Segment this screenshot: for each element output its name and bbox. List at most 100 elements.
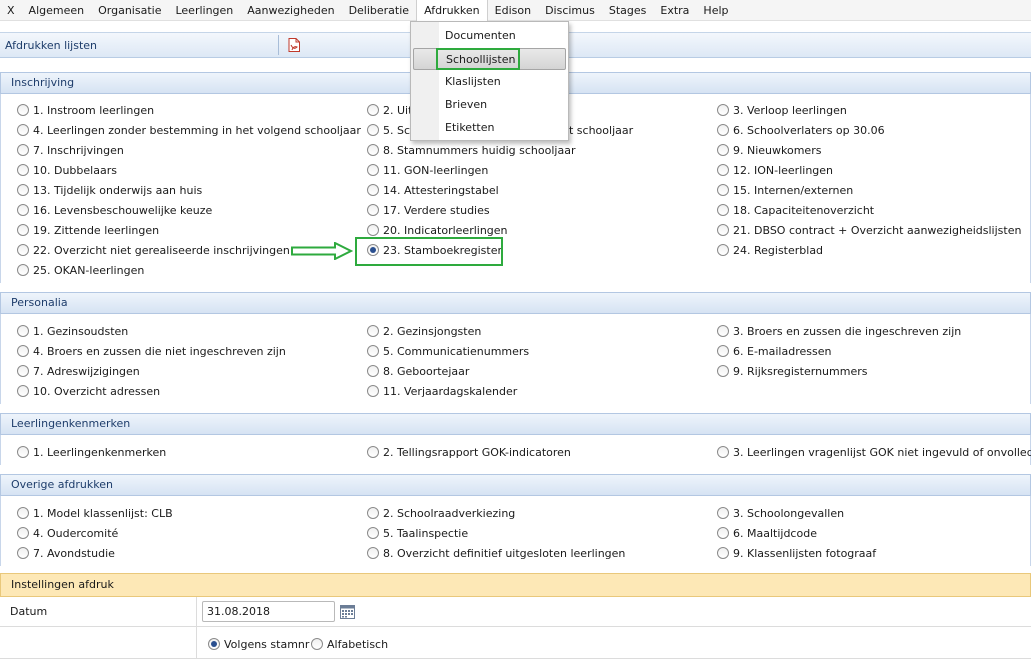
radio-personalia-1[interactable]: 1. Gezinsoudsten: [17, 323, 128, 339]
radio-inschrijving-14[interactable]: 14. Attesteringstabel: [367, 182, 499, 198]
menu-help[interactable]: Help: [696, 0, 735, 21]
radio-inschrijving-19[interactable]: 19. Zittende leerlingen: [17, 222, 159, 238]
radio-button[interactable]: [717, 144, 729, 156]
pdf-icon[interactable]: [288, 38, 300, 52]
radio-button[interactable]: [717, 184, 729, 196]
radio-inschrijving-1[interactable]: 1. Instroom leerlingen: [17, 102, 154, 118]
radio-overige-2[interactable]: 2. Schoolraadverkiezing: [367, 505, 515, 521]
radio-kenmerken-3[interactable]: 3. Leerlingen vragenlijst GOK niet ingev…: [717, 444, 1031, 460]
radio-kenmerken-1[interactable]: 1. Leerlingenkenmerken: [17, 444, 166, 460]
radio-overige-6[interactable]: 6. Maaltijdcode: [717, 525, 817, 541]
radio-button[interactable]: [717, 446, 729, 458]
menu-aanwezigheden[interactable]: Aanwezigheden: [240, 0, 341, 21]
radio-button[interactable]: [717, 164, 729, 176]
radio-button[interactable]: [367, 325, 379, 337]
radio-button[interactable]: [17, 184, 29, 196]
radio-button[interactable]: [717, 365, 729, 377]
radio-inschrijving-11[interactable]: 11. GON-leerlingen: [367, 162, 488, 178]
radio-overige-8[interactable]: 8. Overzicht definitief uitgesloten leer…: [367, 545, 625, 561]
radio-overige-9[interactable]: 9. Klassenlijsten fotograaf: [717, 545, 876, 561]
menu-organisatie[interactable]: Organisatie: [91, 0, 168, 21]
radio-button[interactable]: [367, 446, 379, 458]
radio-button[interactable]: [367, 104, 379, 116]
dropdown-item-documenten[interactable]: Documenten: [413, 25, 566, 47]
dropdown-item-brieven[interactable]: Brieven: [413, 94, 566, 116]
radio-button[interactable]: [17, 547, 29, 559]
radio-button[interactable]: [367, 527, 379, 539]
menu-stages[interactable]: Stages: [602, 0, 654, 21]
radio-inschrijving-21[interactable]: 21. DBSO contract + Overzicht aanwezighe…: [717, 222, 1021, 238]
radio-overige-3[interactable]: 3. Schoolongevallen: [717, 505, 844, 521]
radio-overige-7[interactable]: 7. Avondstudie: [17, 545, 115, 561]
menu-close[interactable]: X: [0, 0, 22, 21]
radio-button[interactable]: [17, 527, 29, 539]
radio-personalia-9[interactable]: 9. Rijksregisternummers: [717, 363, 867, 379]
radio-button[interactable]: [17, 104, 29, 116]
dropdown-item-klaslijsten[interactable]: Klaslijsten: [413, 71, 566, 93]
radio-inschrijving-25[interactable]: 25. OKAN-leerlingen: [17, 262, 144, 278]
radio-button[interactable]: [17, 244, 29, 256]
menu-leerlingen[interactable]: Leerlingen: [168, 0, 240, 21]
radio-inschrijving-18[interactable]: 18. Capaciteitenoverzicht: [717, 202, 874, 218]
radio-button[interactable]: [17, 507, 29, 519]
radio-button[interactable]: [717, 547, 729, 559]
radio-kenmerken-2[interactable]: 2. Tellingsrapport GOK-indicatoren: [367, 444, 571, 460]
radio-button[interactable]: [17, 385, 29, 397]
radio-button[interactable]: [367, 345, 379, 357]
radio-button[interactable]: [311, 638, 323, 650]
radio-button[interactable]: [367, 144, 379, 156]
radio-inschrijving-3[interactable]: 3. Verloop leerlingen: [717, 102, 847, 118]
radio-button[interactable]: [17, 144, 29, 156]
radio-inschrijving-10[interactable]: 10. Dubbelaars: [17, 162, 117, 178]
radio-inschrijving-9[interactable]: 9. Nieuwkomers: [717, 142, 821, 158]
radio-button[interactable]: [367, 224, 379, 236]
radio-button[interactable]: [17, 365, 29, 377]
radio-inschrijving-20[interactable]: 20. Indicatorleerlingen: [367, 222, 508, 238]
radio-button[interactable]: [717, 325, 729, 337]
radio-button[interactable]: [17, 124, 29, 136]
radio-button[interactable]: [367, 164, 379, 176]
radio-button[interactable]: [17, 264, 29, 276]
radio-inschrijving-6[interactable]: 6. Schoolverlaters op 30.06: [717, 122, 885, 138]
radio-inschrijving-8[interactable]: 8. Stamnummers huidig schooljaar: [367, 142, 575, 158]
radio-inschrijving-12[interactable]: 12. ION-leerlingen: [717, 162, 833, 178]
radio-inschrijving-15[interactable]: 15. Internen/externen: [717, 182, 853, 198]
radio-overige-5[interactable]: 5. Taalinspectie: [367, 525, 468, 541]
radio-personalia-7[interactable]: 7. Adreswijzigingen: [17, 363, 140, 379]
radio-personalia-6[interactable]: 6. E-mailadressen: [717, 343, 831, 359]
radio-personalia-5[interactable]: 5. Communicatienummers: [367, 343, 529, 359]
menu-extra[interactable]: Extra: [653, 0, 696, 21]
radio-personalia-4[interactable]: 4. Broers en zussen die niet ingeschreve…: [17, 343, 286, 359]
radio-personalia-3[interactable]: 3. Broers en zussen die ingeschreven zij…: [717, 323, 961, 339]
radio-sort-stamnr[interactable]: Volgens stamnr: [208, 636, 309, 652]
radio-button[interactable]: [367, 204, 379, 216]
radio-button[interactable]: [17, 204, 29, 216]
radio-inschrijving-17[interactable]: 17. Verdere studies: [367, 202, 490, 218]
menu-edison[interactable]: Edison: [488, 0, 538, 21]
radio-button[interactable]: [717, 507, 729, 519]
radio-button[interactable]: [367, 385, 379, 397]
menu-algemeen[interactable]: Algemeen: [22, 0, 92, 21]
radio-personalia-11[interactable]: 11. Verjaardagskalender: [367, 383, 517, 399]
radio-button[interactable]: [17, 446, 29, 458]
radio-button[interactable]: [717, 244, 729, 256]
radio-button[interactable]: [17, 325, 29, 337]
radio-inschrijving-22[interactable]: 22. Overzicht niet gerealiseerde inschri…: [17, 242, 290, 258]
menu-discimus[interactable]: Discimus: [538, 0, 602, 21]
radio-overige-4[interactable]: 4. Oudercomité: [17, 525, 118, 541]
radio-personalia-2[interactable]: 2. Gezinsjongsten: [367, 323, 481, 339]
radio-button-checked[interactable]: [208, 638, 220, 650]
radio-button[interactable]: [17, 345, 29, 357]
radio-button[interactable]: [17, 164, 29, 176]
dropdown-item-etiketten[interactable]: Etiketten: [413, 117, 566, 139]
radio-inschrijving-16[interactable]: 16. Levensbeschouwelijke keuze: [17, 202, 212, 218]
radio-inschrijving-4[interactable]: 4. Leerlingen zonder bestemming in het v…: [17, 122, 361, 138]
radio-personalia-8[interactable]: 8. Geboortejaar: [367, 363, 469, 379]
radio-button[interactable]: [367, 184, 379, 196]
radio-inschrijving-7[interactable]: 7. Inschrijvingen: [17, 142, 124, 158]
radio-button[interactable]: [367, 365, 379, 377]
datum-input[interactable]: 31.08.2018: [202, 601, 335, 622]
radio-inschrijving-24[interactable]: 24. Registerblad: [717, 242, 823, 258]
radio-button[interactable]: [367, 547, 379, 559]
radio-button[interactable]: [717, 527, 729, 539]
